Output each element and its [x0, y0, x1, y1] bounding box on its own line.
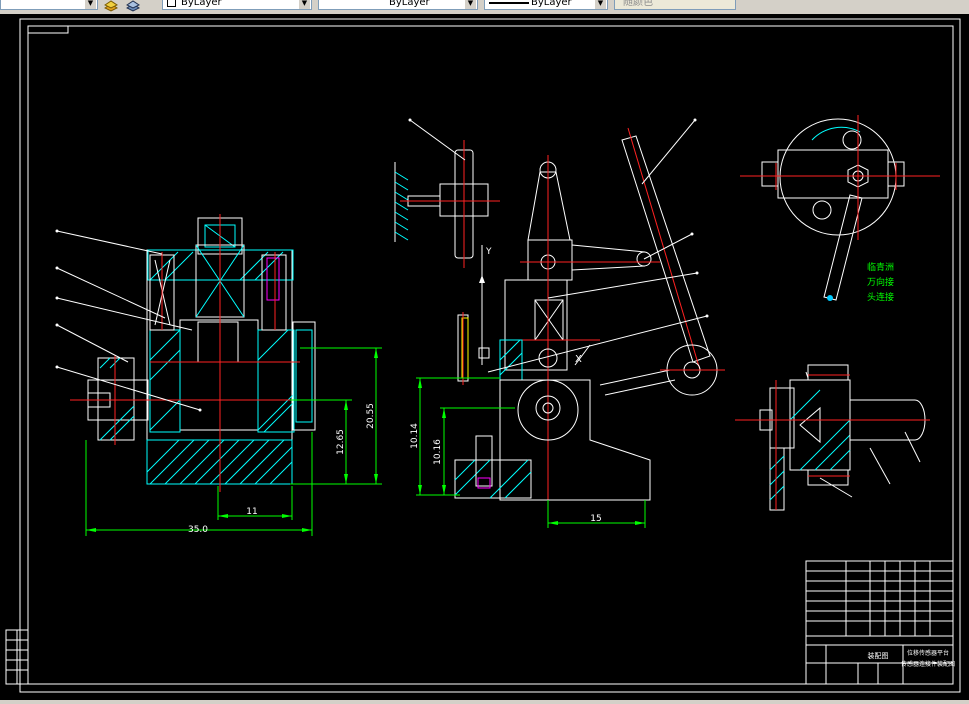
- layer-states-icon[interactable]: [104, 0, 118, 12]
- dim-11: 11: [246, 507, 257, 517]
- svg-text:Y: Y: [485, 247, 492, 257]
- chevron-down-icon[interactable]: ▼: [595, 0, 606, 9]
- dim-35: 35.0: [188, 525, 208, 535]
- inner-frame: [27, 25, 954, 685]
- title-block-name-2: 传感器连接件装配图: [901, 660, 955, 668]
- note-line-2: 万向接: [867, 276, 894, 288]
- plotstyle-combo[interactable]: 随颜色: [614, 0, 736, 10]
- right-top-view: 临青洲 万向接 头连接: [740, 115, 940, 303]
- cad-drawing[interactable]: 11 35.0 12.65 20.55 Y X 10.14 10.16 15 临…: [0, 14, 969, 700]
- plotstyle-combo-value: 随颜色: [623, 0, 653, 8]
- layer-combo[interactable]: ByLayer ▼: [162, 0, 312, 10]
- note-line-3: 头连接: [867, 291, 894, 303]
- linetype-combo[interactable]: ByLayer ▼: [484, 0, 608, 10]
- dim-20-55: 20.55: [366, 403, 376, 429]
- dim-15: 15: [590, 514, 601, 524]
- dim-10-14: 10.14: [410, 423, 420, 449]
- svg-text:X: X: [575, 354, 582, 365]
- dim-10-16: 10.16: [433, 439, 443, 465]
- title-block-name-1: 位移传感器平台: [907, 649, 949, 657]
- properties-toolbar: ▼ ByLayer ▼ ByLayer ▼ ByLayer ▼ 随颜色: [0, 0, 969, 15]
- color-swatch-icon: [167, 0, 176, 7]
- chevron-down-icon[interactable]: ▼: [299, 0, 310, 9]
- layer-combo-value: ByLayer: [181, 0, 222, 8]
- color-combo-value: ByLayer: [389, 0, 430, 8]
- right-section-view: [735, 364, 930, 511]
- chevron-down-icon[interactable]: ▼: [465, 0, 476, 9]
- front-view-assembly: X 10.14 10.16 15: [410, 118, 725, 528]
- frame-label-box: [27, 25, 69, 34]
- dim-12-65: 12.65: [336, 429, 346, 455]
- linetype-sample-icon: [489, 2, 529, 4]
- drawing-canvas[interactable]: 11 35.0 12.65 20.55 Y X 10.14 10.16 15 临…: [0, 14, 969, 700]
- left-section-view: 11 35.0 12.65 20.55: [55, 214, 382, 536]
- previous-layer-combo[interactable]: ▼: [0, 0, 98, 10]
- note-line-1: 临青洲: [867, 261, 894, 273]
- top-detail-view: Y: [394, 118, 500, 365]
- title-block: 装配图 位移传感器平台 传感器连接件装配图: [805, 560, 955, 685]
- linetype-combo-value: ByLayer: [531, 0, 572, 8]
- color-combo[interactable]: ByLayer ▼: [318, 0, 478, 10]
- chevron-down-icon[interactable]: ▼: [85, 0, 96, 9]
- revision-block: [5, 629, 29, 685]
- title-block-label: 装配图: [868, 651, 889, 660]
- layer-previous-icon[interactable]: [126, 0, 140, 12]
